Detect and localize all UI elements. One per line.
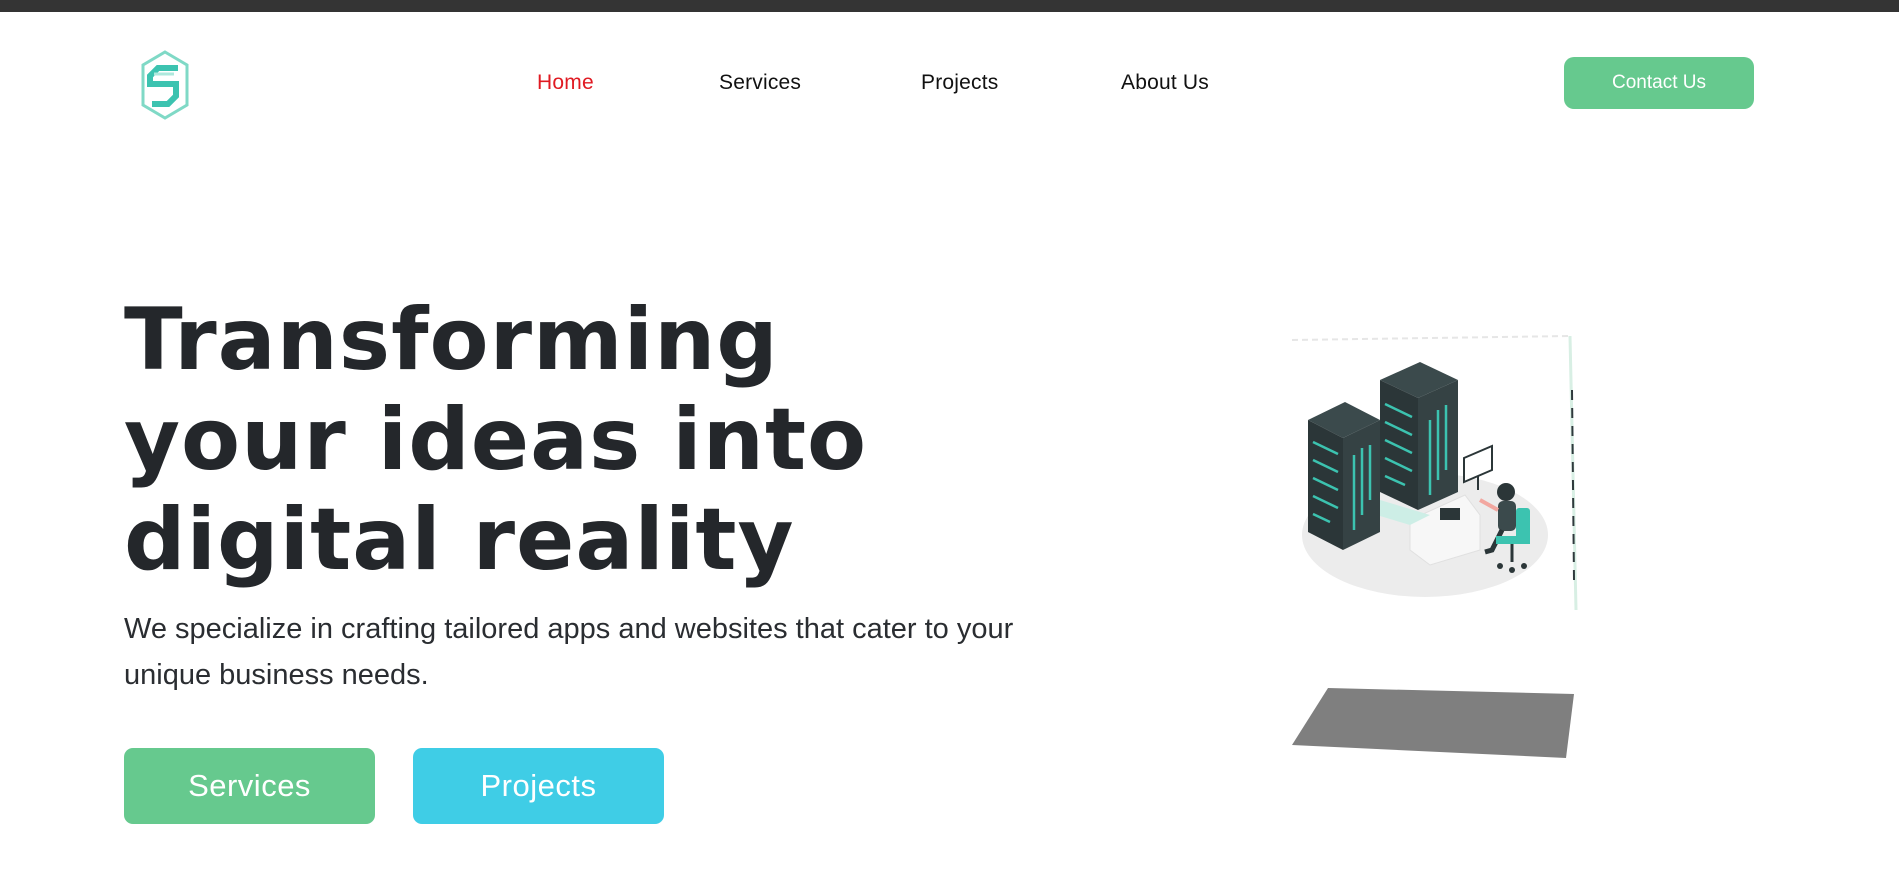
browser-top-bar [0, 0, 1899, 12]
nav-projects-link[interactable]: Projects [921, 66, 998, 100]
contact-us-button[interactable]: Contact Us [1564, 57, 1754, 109]
nav-home-link[interactable]: Home [537, 66, 594, 100]
nav-about-link[interactable]: About Us [1121, 66, 1209, 100]
projects-button[interactable]: Projects [413, 748, 664, 824]
services-button[interactable]: Services [124, 748, 375, 824]
server-room-illustration-icon [1280, 330, 1580, 770]
nav-services-link[interactable]: Services [719, 66, 801, 100]
hero-subtitle: We specialize in crafting tailored apps … [124, 613, 1014, 691]
hero-title: Transforming your ideas into digital rea… [124, 290, 868, 590]
